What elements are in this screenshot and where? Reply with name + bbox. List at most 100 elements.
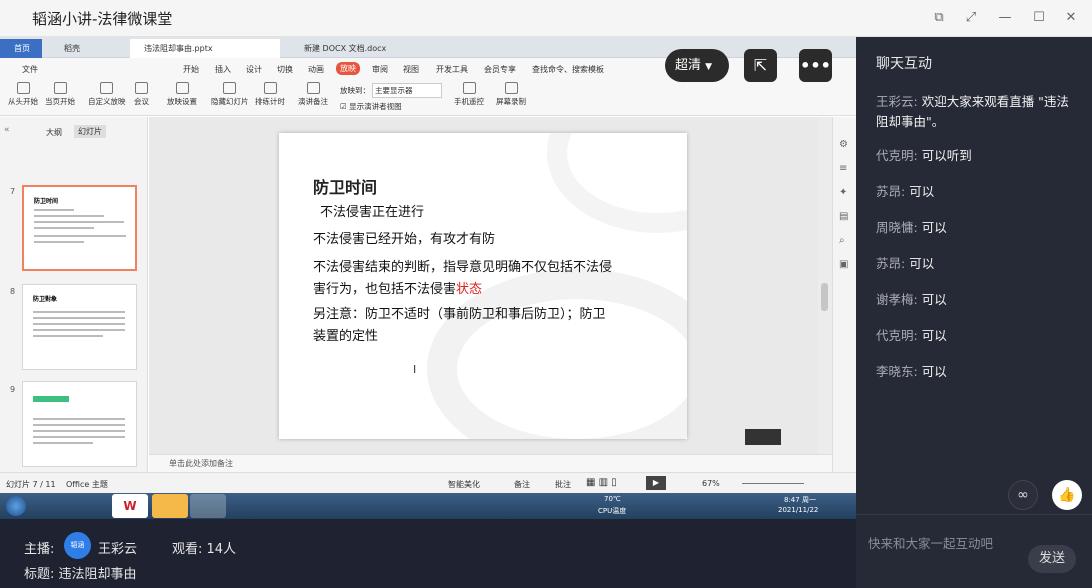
smart-beautify-button[interactable]: 智能美化 [448,479,480,490]
chat-message: 王彩云: 欢迎大家来观看直播 "违法阻却事由"。 [876,94,1069,129]
slide-line: 不法侵害结束的判断，指导意见明确不仅包括不法侵 [313,260,613,275]
more-icon[interactable]: ••• [799,49,832,82]
property-icon[interactable]: ⚙ [839,139,848,150]
menu-insert[interactable]: 插入 [215,64,231,75]
tab-pptx[interactable]: 违法阻却事由.pptx [130,39,280,58]
host-label: 主播: [24,542,55,557]
send-button[interactable]: 发送 [1028,545,1076,573]
title-bar: 韬涵小讲-法律微课堂 ⧉ ⤢ — ☐ ✕ [0,0,1092,37]
chat-message: 苏昂: 可以 [876,256,935,271]
adjust-icon[interactable]: ≡ [839,163,847,174]
search-icon[interactable]: ⌕ [839,235,845,246]
chat-input-area[interactable]: 快来和大家一起互动吧 发送 [856,514,1092,588]
chat-message: 谢孝梅: 可以 [876,292,947,307]
fullscreen-icon[interactable]: ⤢ [962,9,980,27]
maximize-icon[interactable]: ☐ [1030,9,1048,27]
minimize-icon[interactable]: — [996,9,1014,27]
show-settings-button[interactable]: 放映设置 [167,82,197,107]
wps-app-icon[interactable]: W [112,494,148,518]
menu-member[interactable]: 会员专享 [484,64,516,75]
link-icon[interactable]: ∞ [1008,480,1038,510]
live-video[interactable]: 首页 稻壳 违法阻却事由.pptx 新建 DOCX 文档.docx 文件 开始 … [0,37,856,519]
menu-animation[interactable]: 动画 [308,64,324,75]
tab-outline[interactable]: 大纲 [46,127,62,138]
meeting-button[interactable]: 会议 [134,82,149,107]
rehearse-button[interactable]: 排练计时 [255,82,285,107]
play-current-button[interactable]: 当页开始 [45,82,75,107]
slide-scrollbar[interactable] [818,117,832,482]
clock-date: 2021/11/22 [778,506,819,514]
notes-bar[interactable]: 单击此处添加备注 [149,454,832,472]
collapse-icon[interactable]: « [4,125,10,135]
command-search[interactable]: 查找命令、搜索模板 [532,64,604,75]
slide-thumbnail-7[interactable]: 防卫时间 [22,185,137,271]
chat-input-placeholder: 快来和大家一起互动吧 [868,536,994,551]
layout-icon[interactable]: ▤ [839,211,848,222]
chat-message: 代克明: 可以听到 [876,148,972,163]
play-from-start-button[interactable]: 从头开始 [8,82,38,107]
slide-thumbnail-panel: « 大纲 幻灯片 7 防卫时间 8 防卫對象 9 10 + [0,117,148,505]
tab-daoke[interactable]: 稻壳 [50,39,120,58]
pip-icon[interactable]: ⧉ [930,9,948,27]
app-title: 韬涵小讲-法律微课堂 [32,10,173,28]
close-icon[interactable]: ✕ [1062,9,1080,27]
menu-transition[interactable]: 切换 [277,64,293,75]
clock-time: 8:47 周一 [784,496,816,504]
cpu-label: CPU温度 [598,507,627,515]
wps-tab-bar: 首页 稻壳 违法阻却事由.pptx 新建 DOCX 文档.docx [0,37,856,58]
slide-thumbnail-8[interactable]: 防卫對象 [22,284,137,370]
theme-name: Office 主题 [66,480,108,489]
menu-design[interactable]: 设计 [246,64,262,75]
presenter-view-checkbox[interactable]: ☑ 显示演讲者视图 [340,101,402,112]
thumb-number: 8 [10,287,16,296]
thumb-number: 7 [10,187,16,196]
slide-canvas: 防卫时间 不法侵害正在进行 不法侵害已经开始，有攻才有防 不法侵害结束的判断，指… [149,117,832,482]
zoom-level: 67% [702,479,720,488]
slide-decoration [547,133,687,233]
viewer-count: 观看: 14人 [172,542,237,557]
menu-file[interactable]: 文件 [22,64,38,75]
video-thumbnail[interactable] [745,429,781,445]
screen-record-button[interactable]: 屏幕录制 [496,82,526,107]
stream-info-bar: 主播: 韬涵 王彩云 观看: 14人 标题: 违法阻却事由 [0,519,856,588]
layers-icon[interactable]: ▣ [839,259,848,270]
menu-devtools[interactable]: 开发工具 [436,64,468,75]
menu-slideshow[interactable]: 放映 [336,62,360,75]
slide-thumbnail-9[interactable] [22,381,137,467]
speaker-notes-button[interactable]: 演讲备注 [298,82,328,107]
tab-docx[interactable]: 新建 DOCX 文档.docx [290,39,440,58]
slide-line: 不法侵害已经开始，有攻才有防 [313,232,496,247]
menu-view[interactable]: 视图 [403,64,419,75]
hide-slide-button[interactable]: 隐藏幻灯片 [211,82,249,107]
share-icon[interactable]: ⇱ [744,49,777,82]
pin-icon[interactable]: ✦ [839,187,847,198]
start-orb-icon[interactable] [6,496,26,516]
feishu-app-icon[interactable] [152,494,188,518]
current-slide: 防卫时间 不法侵害正在进行 不法侵害已经开始，有攻才有防 不法侵害结束的判断，指… [279,133,687,439]
phone-remote-button[interactable]: 手机遥控 [454,82,484,107]
play-icon[interactable]: ▶ [646,476,666,490]
app-window: 韬涵小讲-法律微课堂 ⧉ ⤢ — ☐ ✕ 首页 稻壳 违法阻却事由.pptx 新… [0,0,1092,588]
zoom-slider[interactable] [742,483,804,484]
chevron-down-icon: ▼ [705,62,713,72]
slide-line: 装置的定性 [313,329,379,344]
like-icon[interactable]: 👍 [1052,480,1082,510]
display-select[interactable]: 主要显示器 [372,83,442,98]
tab-slides[interactable]: 幻灯片 [74,125,106,138]
meeting-app-icon[interactable] [190,494,226,518]
tab-home[interactable]: 首页 [0,39,42,58]
custom-show-button[interactable]: 自定义放映 [88,82,126,107]
chat-message: 周晓慵: 可以 [876,220,947,235]
text-cursor-icon: I [413,363,417,376]
comments-toggle[interactable]: 批注 [555,479,571,490]
quality-selector[interactable]: 超清 ▼ [665,49,729,82]
menu-review[interactable]: 审阅 [372,64,388,75]
right-tool-strip: ⚙ ≡ ✦ ▤ ⌕ ▣ [832,117,856,497]
view-icons[interactable]: ▦ ▥ ▯ [586,477,617,488]
cpu-temp: 70℃ [604,495,621,503]
windows-taskbar: W 70℃ CPU温度 8:47 周一 2021/11/22 [0,493,856,519]
menu-start[interactable]: 开始 [183,64,199,75]
notes-toggle[interactable]: 备注 [514,479,530,490]
chat-message: 代克明: 可以 [876,328,947,343]
slide-title: 防卫时间 [313,178,378,197]
